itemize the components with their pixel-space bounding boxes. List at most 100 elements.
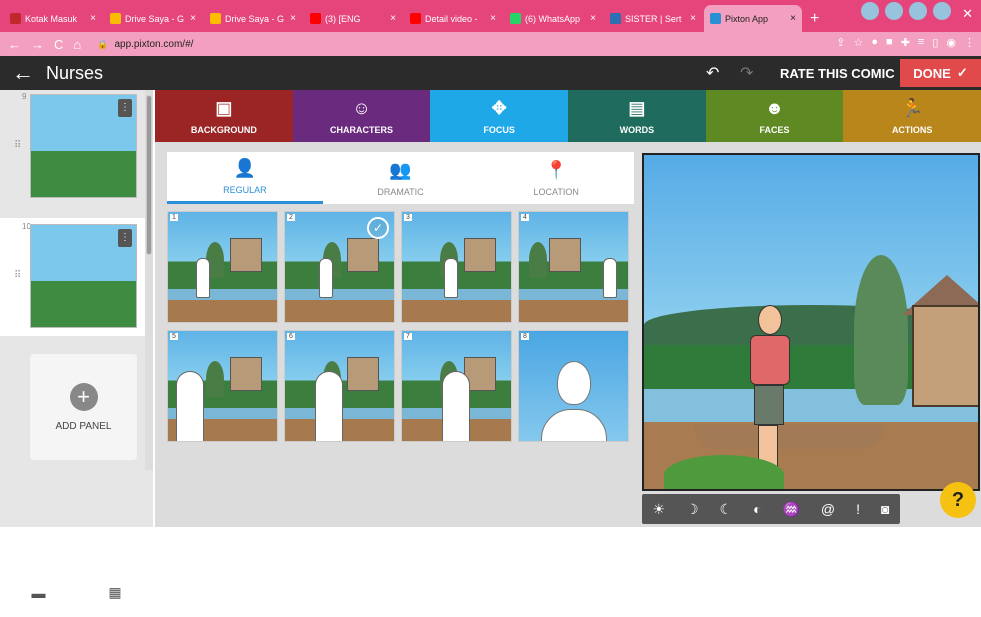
- person-icon: 👤: [233, 158, 257, 178]
- focus-option[interactable]: 8: [518, 330, 629, 442]
- reload-icon[interactable]: C: [54, 37, 63, 52]
- pin-icon: 📍: [544, 159, 568, 180]
- drag-handle-icon[interactable]: ⠿: [14, 270, 21, 281]
- focus-option[interactable]: 7: [401, 330, 512, 442]
- bush: [664, 455, 784, 489]
- grid-view-icon[interactable]: ▦: [108, 584, 121, 601]
- focus-options-grid: 1 2 ✓ 3 4 5 6 7 8: [167, 211, 634, 443]
- focus-option[interactable]: 1: [167, 211, 278, 323]
- speech-icon: ▤: [628, 97, 646, 118]
- exclamation-icon[interactable]: !: [856, 501, 860, 517]
- move-icon: ✥: [491, 97, 507, 118]
- close-icon[interactable]: ×: [490, 13, 496, 24]
- extensions: ⇪ ☆ ● ■ ✚ ≡ ▯ ◉ ⋮: [836, 36, 975, 49]
- drive-icon: [110, 13, 121, 24]
- forward-icon[interactable]: →: [31, 37, 44, 52]
- swirl-icon[interactable]: @: [821, 501, 835, 517]
- focus-option[interactable]: 3: [401, 211, 512, 323]
- plus-icon: +: [69, 382, 98, 411]
- jellyfish-icon[interactable]: ♒: [783, 501, 800, 518]
- smile-icon: ☻: [765, 97, 784, 118]
- browser-tab-5[interactable]: Detail video - ×: [404, 5, 502, 32]
- youtube-icon: [310, 13, 321, 24]
- moon-icon[interactable]: ☽: [686, 501, 699, 518]
- add-panel-label: ADD PANEL: [55, 420, 112, 432]
- playlist-icon[interactable]: ≡: [918, 36, 924, 49]
- window-close-icon[interactable]: ✕: [962, 6, 973, 22]
- star-icon[interactable]: ☆: [854, 36, 864, 49]
- panel-scrollbar[interactable]: [145, 90, 153, 470]
- done-button[interactable]: DONE ✓: [900, 59, 981, 87]
- focus-option[interactable]: 5: [167, 330, 278, 442]
- browser-tab-1[interactable]: Kotak Masuk ×: [4, 5, 102, 32]
- url-text: app.pixton.com/#/: [114, 38, 194, 50]
- browser-tab-3[interactable]: Drive Saya - G ×: [204, 5, 302, 32]
- redo-icon[interactable]: ↷: [740, 63, 753, 83]
- house: [912, 305, 978, 407]
- tab-focus[interactable]: ✥ FOCUS: [430, 90, 569, 142]
- panel-menu-icon[interactable]: ⋮: [118, 99, 132, 117]
- tab-faces[interactable]: ☻ FACES: [705, 90, 844, 142]
- comic-title: Nurses: [46, 62, 104, 83]
- camera-icon[interactable]: ◙: [881, 501, 889, 517]
- run-icon: 🏃: [900, 97, 924, 118]
- editor-category-tabs: ▣ BACKGROUND ☺ CHARACTERS ✥ FOCUS ▤ WORDS ☻ F…: [155, 90, 981, 142]
- grammarly-icon[interactable]: ●: [871, 36, 878, 49]
- theme-decoration: [861, 2, 951, 20]
- sidebar-icon[interactable]: ▯: [932, 36, 938, 49]
- close-icon[interactable]: ×: [590, 13, 596, 24]
- browser-tab-2[interactable]: Drive Saya - G ×: [104, 5, 202, 32]
- back-icon[interactable]: ←: [8, 37, 21, 52]
- tab-background[interactable]: ▣ BACKGROUND: [155, 90, 293, 142]
- close-icon[interactable]: ×: [190, 13, 196, 24]
- drag-handle-icon[interactable]: ⠿: [14, 140, 21, 151]
- panel-sidebar: 9 ⠿ ⋮ 10 ⠿ ⋮ + ADD PANEL ▬ ▦: [0, 90, 153, 617]
- tab-actions[interactable]: 🏃 ACTIONS: [843, 90, 981, 142]
- close-icon[interactable]: ×: [690, 13, 696, 24]
- face-icon: ☺: [352, 97, 371, 118]
- sun-icon[interactable]: ☀: [652, 501, 665, 518]
- back-arrow-icon[interactable]: ←: [12, 60, 34, 86]
- share-icon[interactable]: ⇪: [836, 36, 845, 49]
- tab-regular[interactable]: 👤 REGULAR: [167, 152, 323, 204]
- help-button[interactable]: ?: [940, 482, 976, 518]
- new-tab-icon[interactable]: +: [810, 10, 819, 28]
- browser-tab-4[interactable]: (3) [ENG ×: [304, 5, 402, 32]
- add-panel-button[interactable]: + ADD PANEL: [30, 354, 137, 460]
- focus-option-selected[interactable]: 2 ✓: [284, 211, 395, 323]
- crescent-icon[interactable]: ☾: [720, 501, 733, 518]
- puzzle-icon[interactable]: ✚: [901, 36, 910, 49]
- browser-tab-7[interactable]: SISTER | Sert ×: [604, 5, 702, 32]
- close-icon[interactable]: ×: [290, 13, 296, 24]
- panel-preview[interactable]: [642, 153, 980, 491]
- rate-comic-button[interactable]: RATE THIS COMIC: [780, 66, 895, 81]
- panel-thumbnail[interactable]: ⋮: [30, 224, 137, 328]
- whatsapp-icon: [510, 13, 521, 24]
- undo-icon[interactable]: ↶: [706, 63, 719, 83]
- focus-option[interactable]: 4: [518, 211, 629, 323]
- tab-words[interactable]: ▤ WORDS: [568, 90, 706, 142]
- close-icon[interactable]: ×: [90, 13, 96, 24]
- browser-tab-6[interactable]: (6) WhatsApp ×: [504, 5, 602, 32]
- lens-icon[interactable]: ◐: [753, 501, 761, 517]
- close-icon[interactable]: ×: [390, 13, 396, 24]
- panel-thumbnail[interactable]: ⋮: [30, 94, 137, 198]
- tab-characters[interactable]: ☺ CHARACTERS: [292, 90, 431, 142]
- menu-icon[interactable]: ⋮: [964, 36, 975, 49]
- character[interactable]: [744, 305, 794, 475]
- list-view-icon[interactable]: ▬: [31, 585, 45, 601]
- tab-location[interactable]: 📍 LOCATION: [478, 152, 634, 204]
- check-circle-icon: ✓: [367, 217, 389, 239]
- panel-menu-icon[interactable]: ⋮: [118, 229, 132, 247]
- address-bar[interactable]: 🔒 app.pixton.com/#/: [97, 35, 737, 53]
- extension-icon[interactable]: ■: [886, 36, 893, 49]
- home-icon[interactable]: ⌂: [73, 37, 81, 52]
- tab-dramatic[interactable]: 👥 DRAMATIC: [323, 152, 479, 204]
- scroll-thumb[interactable]: [146, 95, 152, 255]
- tree: [854, 255, 908, 405]
- profile-icon[interactable]: ◉: [946, 36, 956, 49]
- focus-option[interactable]: 6: [284, 330, 395, 442]
- browser-tab-8[interactable]: Pixton App ×: [704, 5, 802, 32]
- editor-main: 👤 REGULAR 👥 DRAMATIC 📍 LOCATION 1 2 ✓ 3 4 5 …: [155, 142, 981, 527]
- close-icon[interactable]: ×: [790, 13, 796, 24]
